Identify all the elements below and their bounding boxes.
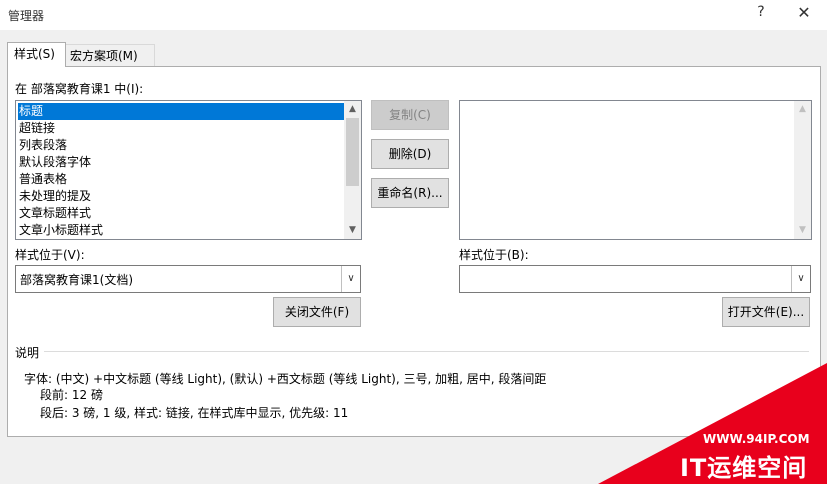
right-location-label: 样式位于(B): <box>459 248 529 262</box>
watermark-url: WWW.94IP.COM <box>703 432 810 446</box>
left-style-list[interactable]: 标题 超链接 列表段落 默认段落字体 普通表格 未处理的提及 文章标题样式 文章… <box>15 100 362 240</box>
delete-button[interactable]: 删除(D) <box>371 139 449 169</box>
copy-button[interactable]: 复制(C) <box>371 100 449 130</box>
window-title: 管理器 <box>8 9 45 23</box>
description-line-1: 字体: (中文) +中文标题 (等线 Light), (默认) +西文标题 (等… <box>24 372 547 386</box>
rename-button[interactable]: 重命名(R)... <box>371 178 449 208</box>
left-location-value: 部落窝教育课1(文档) <box>20 273 133 287</box>
description-divider <box>44 351 809 352</box>
scroll-down-icon[interactable]: ▼ <box>344 222 361 239</box>
list-item[interactable]: 文章小标题样式 <box>18 222 344 239</box>
help-button[interactable]: ? <box>752 4 770 24</box>
close-button[interactable]: ✕ <box>792 3 816 25</box>
left-list-scrollbar[interactable]: ▲ ▼ <box>344 101 361 239</box>
watermark-title: IT运维空间 <box>680 454 808 482</box>
scroll-up-icon[interactable]: ▲ <box>794 101 811 118</box>
tab-macro-project-items[interactable]: 宏方案项(M) <box>63 44 155 67</box>
list-item[interactable]: 文章标题样式 <box>18 205 344 222</box>
chevron-down-icon[interactable]: ∨ <box>791 266 810 292</box>
right-location-select[interactable]: ∨ <box>459 265 811 293</box>
left-location-select[interactable]: 部落窝教育课1(文档) ∨ <box>15 265 361 293</box>
description-label: 说明 <box>15 346 40 360</box>
list-item[interactable]: 普通表格 <box>18 171 344 188</box>
list-item[interactable]: 列表段落 <box>18 137 344 154</box>
list-item[interactable]: 超链接 <box>18 120 344 137</box>
list-item[interactable]: 默认段落字体 <box>18 154 344 171</box>
description-line-3: 段后: 3 磅, 1 级, 样式: 链接, 在样式库中显示, 优先级: 11 <box>40 406 349 420</box>
scroll-thumb[interactable] <box>346 118 359 186</box>
left-list-label: 在 部落窝教育课1 中(I): <box>15 82 144 96</box>
left-location-label: 样式位于(V): <box>15 248 85 262</box>
right-list-scrollbar[interactable]: ▲ ▼ <box>794 101 811 239</box>
right-style-list[interactable]: ▲ ▼ <box>459 100 812 240</box>
scroll-down-icon[interactable]: ▼ <box>794 222 811 239</box>
title-bar: 管理器 ? ✕ <box>0 0 827 30</box>
scroll-up-icon[interactable]: ▲ <box>344 101 361 118</box>
list-item[interactable]: 未处理的提及 <box>18 188 344 205</box>
description-line-2: 段前: 12 磅 <box>40 388 103 402</box>
tab-styles[interactable]: 样式(S) <box>7 42 66 67</box>
list-item[interactable]: 标题 <box>18 103 344 120</box>
close-file-button[interactable]: 关闭文件(F) <box>273 297 361 327</box>
open-file-button[interactable]: 打开文件(E)... <box>722 297 810 327</box>
chevron-down-icon[interactable]: ∨ <box>341 266 360 292</box>
